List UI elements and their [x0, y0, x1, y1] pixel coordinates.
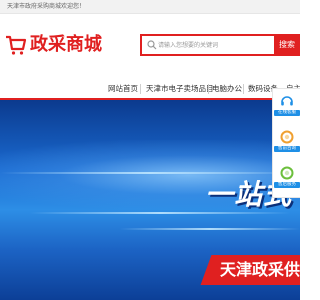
chat-icon: [280, 130, 294, 144]
service-icon: [280, 166, 294, 180]
toolbar-label: 售前咨询: [274, 146, 300, 152]
welcome-text: 天津市政府采购商城欢迎您！: [7, 3, 86, 10]
toolbar-label: 在线客服: [274, 110, 300, 116]
cart-icon: [6, 35, 27, 55]
nav-item-home[interactable]: 网站首页: [108, 81, 138, 97]
nav-item-office[interactable]: 电脑办公: [212, 81, 242, 97]
search-icon: [147, 40, 157, 50]
site-logo[interactable]: 政采商城: [5, 32, 102, 58]
nav-item-mall-catalog[interactable]: 天津市电子卖场品目: [146, 81, 214, 97]
main-nav: 网站首页 天津市电子卖场品目 电脑办公 数码设备 自主创新: [0, 78, 300, 100]
online-support-button[interactable]: 在线客服: [273, 91, 300, 123]
toolbar-label: 售后服务: [274, 182, 300, 188]
banner-streak: [0, 172, 300, 174]
nav-divider: [243, 84, 244, 94]
search-bar: 搜索: [140, 34, 300, 56]
top-bar: 天津市政府采购商城欢迎您！: [0, 0, 300, 14]
banner-streak: [30, 212, 290, 214]
search-input[interactable]: [158, 36, 278, 54]
nav-divider: [140, 84, 141, 94]
hero-banner[interactable]: 一站式 天津政采供: [0, 100, 300, 300]
presales-button[interactable]: 售前咨询: [273, 127, 300, 159]
nav-divider: [208, 84, 209, 94]
headset-icon: [281, 96, 293, 106]
banner-streak: [120, 228, 300, 230]
floating-toolbar: 在线客服 售前咨询 售后服务: [272, 88, 300, 198]
page: 天津市政府采购商城欢迎您！ 政采商城 搜索 网站首页 天津市电子卖场品目 电脑办…: [0, 0, 300, 300]
banner-subline: 天津政采供: [220, 260, 300, 279]
search-button[interactable]: 搜索: [274, 34, 300, 56]
logo-text: 政采商城: [30, 34, 102, 55]
aftersales-button[interactable]: 售后服务: [273, 163, 300, 195]
header: 政采商城 搜索: [0, 14, 300, 74]
